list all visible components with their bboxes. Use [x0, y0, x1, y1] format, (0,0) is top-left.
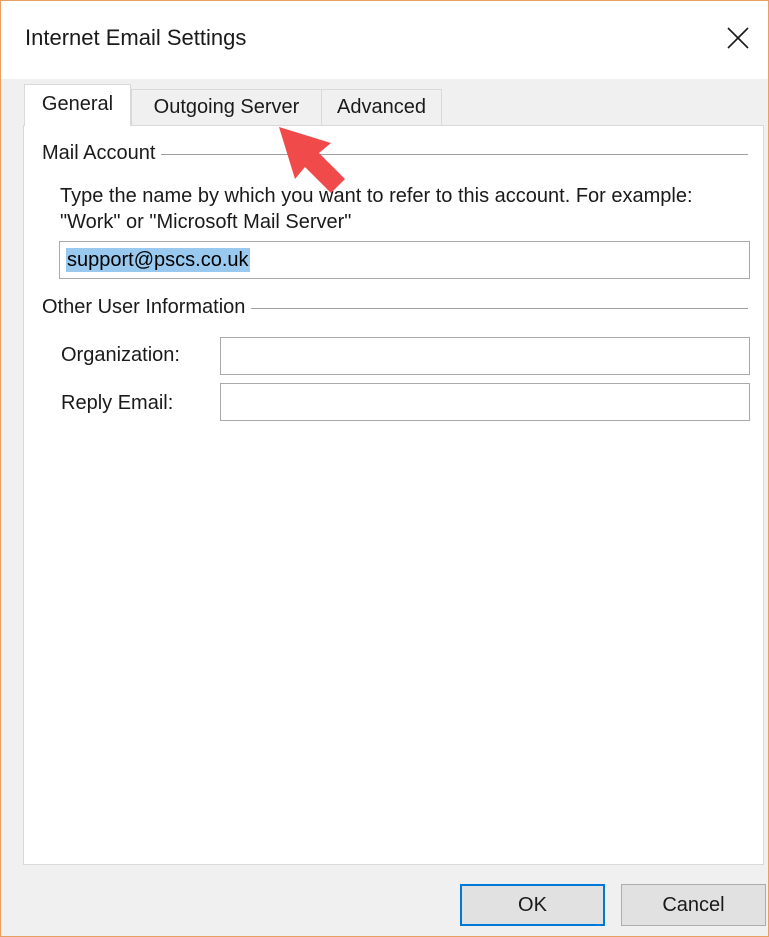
cancel-button[interactable]: Cancel [621, 884, 766, 926]
mail-account-group-title: Mail Account [42, 142, 162, 165]
tab-general-label: General [41, 93, 114, 115]
dialog-title: Internet Email Settings [25, 25, 247, 50]
tab-advanced[interactable]: Advanced [321, 89, 442, 125]
red-arrow-pointer-icon [279, 127, 345, 193]
account-name-value: support@pscs.co.uk [66, 248, 250, 272]
title-bar: Internet Email Settings [1, 1, 768, 79]
tab-outgoing-server[interactable]: Outgoing Server [131, 89, 322, 125]
account-name-input[interactable]: support@pscs.co.uk [59, 241, 750, 279]
tab-outgoing-server-label: Outgoing Server [153, 96, 300, 118]
ok-button[interactable]: OK [460, 884, 605, 926]
tab-general[interactable]: General [24, 84, 131, 126]
close-x-icon [727, 27, 749, 49]
other-user-info-group-title: Other User Information [42, 296, 252, 319]
reply-email-label: Reply Email: [61, 392, 174, 414]
general-tab-panel: Mail Account Type the name by which you … [23, 125, 764, 865]
organization-input[interactable] [220, 337, 750, 375]
close-button[interactable] [712, 9, 768, 65]
reply-email-input[interactable] [220, 383, 750, 421]
internet-email-settings-dialog: Internet Email Settings General Outgoing… [0, 0, 769, 937]
tab-advanced-label: Advanced [337, 96, 426, 118]
account-name-description: Type the name by which you want to refer… [60, 185, 693, 233]
organization-label: Organization: [61, 344, 180, 366]
